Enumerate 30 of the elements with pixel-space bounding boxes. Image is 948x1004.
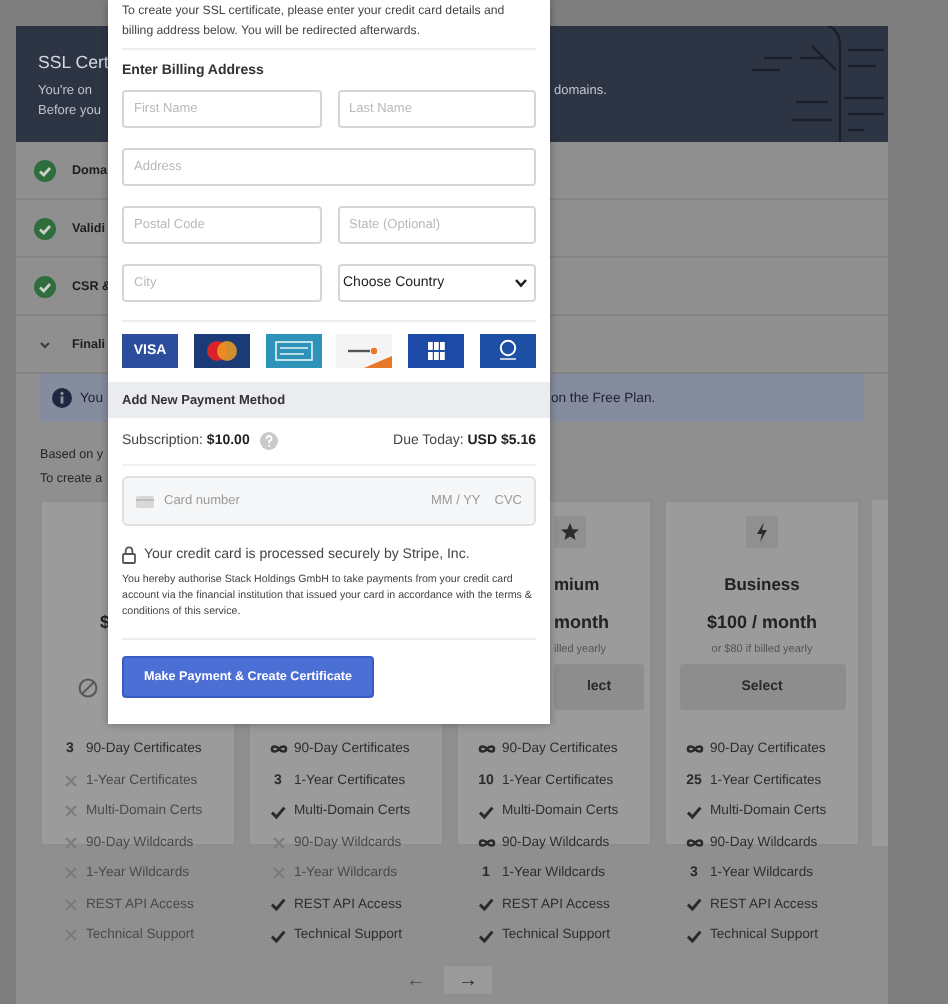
infinity-icon (477, 837, 495, 848)
card-brand-logo (408, 334, 465, 368)
card-brand-logo (336, 334, 393, 368)
prohibited-icon (78, 677, 98, 697)
help-icon (259, 432, 278, 450)
infinity-icon (685, 837, 703, 848)
credit-card-icon (136, 495, 154, 507)
caret-down-icon (514, 278, 528, 288)
plan-name: Business (724, 574, 800, 594)
infinity-icon (269, 744, 287, 755)
cross-icon (63, 804, 77, 819)
plan-price: month (554, 612, 609, 632)
card-brand-logo (265, 334, 322, 368)
cross-icon (63, 773, 77, 788)
page-title: SSL Cert (38, 52, 109, 72)
check-icon (270, 803, 286, 820)
plan-price: $100 / month (706, 612, 817, 632)
card-brand-logo (479, 334, 536, 368)
cross-icon (63, 835, 77, 850)
lock-icon (122, 546, 136, 564)
check-icon (478, 803, 494, 820)
check-icon (686, 803, 702, 820)
card-brand-logo (193, 334, 250, 368)
lightning-icon (746, 516, 778, 548)
infinity-icon (685, 744, 703, 755)
page-arrow-button[interactable]: → (444, 966, 492, 994)
cross-icon (271, 835, 285, 850)
info-icon (52, 388, 72, 408)
infinity-icon (477, 744, 495, 755)
plan-name: mium (554, 574, 600, 594)
